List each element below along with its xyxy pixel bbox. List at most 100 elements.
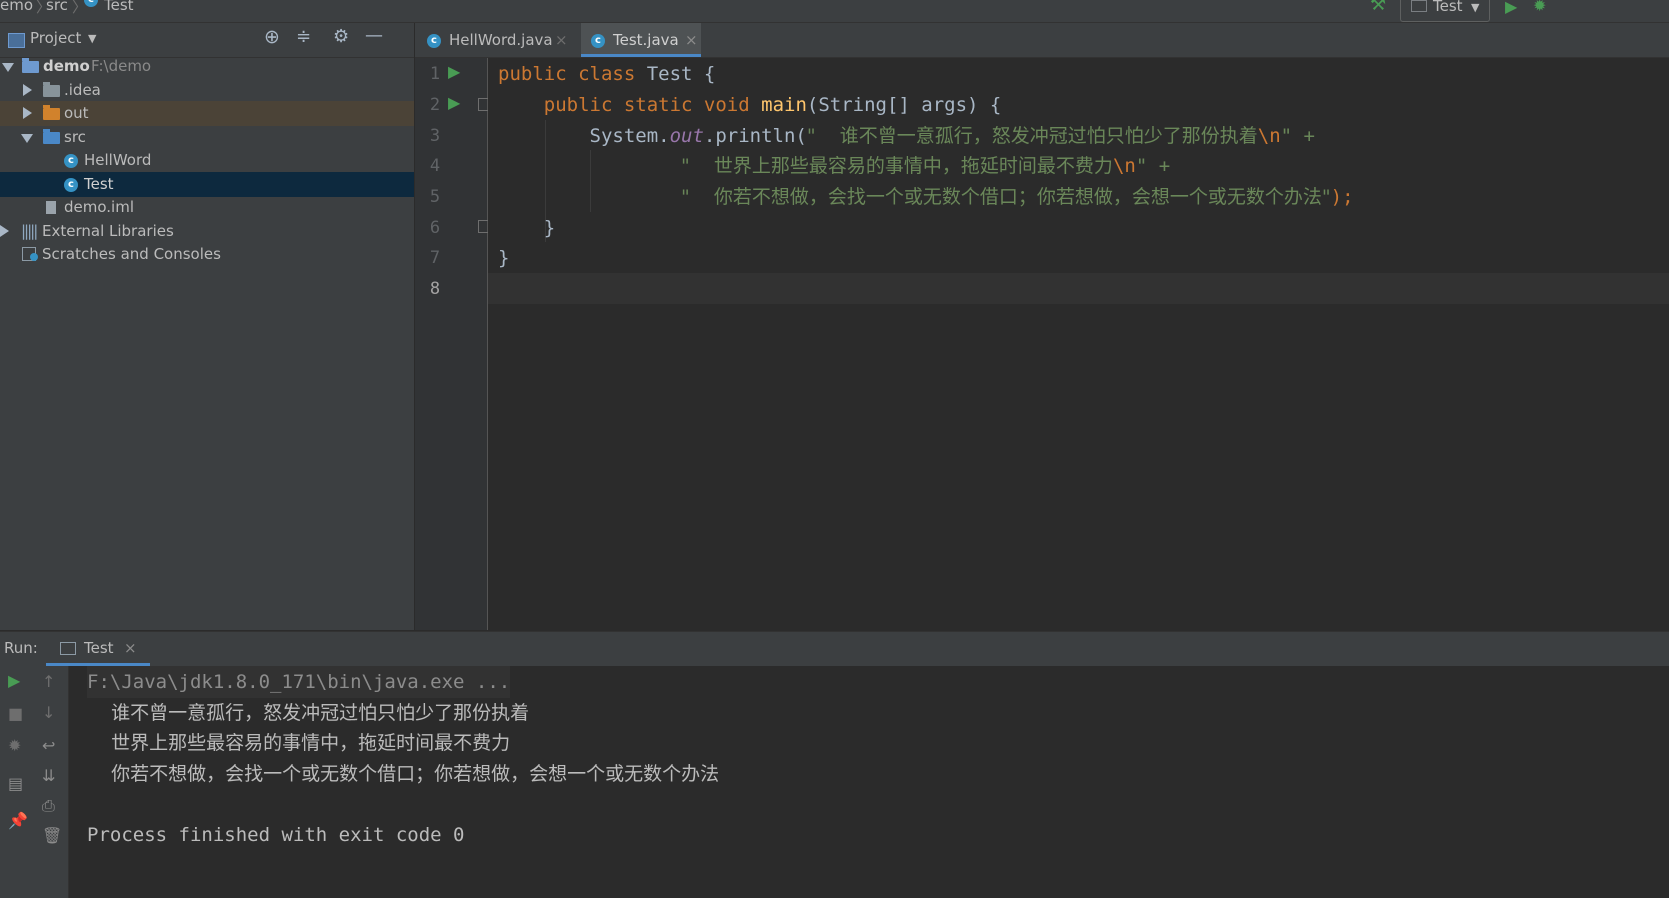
tree-item-path: F:\demo (91, 57, 152, 75)
tree-item-test[interactable]: c Test (0, 172, 414, 197)
code-line-1: public class Test { (498, 63, 716, 85)
tree-item-external-libraries[interactable]: ||||| External Libraries (0, 219, 414, 244)
chevron-down-icon[interactable]: ▼ (88, 32, 96, 45)
tree-item-hellword[interactable]: c HellWord (0, 148, 414, 173)
line-number: 8 (429, 279, 441, 299)
module-file-icon (46, 201, 56, 214)
run-tool-header: Run: Test × (0, 631, 1669, 666)
debug-icon[interactable]: ✹ (1533, 0, 1546, 15)
expand-arrow-icon[interactable] (23, 84, 32, 96)
build-hammer-icon[interactable]: ⚒ (1370, 0, 1386, 15)
project-toolbar: Project ▼ ⊕ ≑ ⚙ — (0, 23, 414, 58)
project-tree: demo F:\demo .idea out src c HellWord c … (0, 57, 415, 630)
class-icon: c (64, 172, 78, 197)
tree-item-label: .idea (64, 81, 101, 99)
run-toolbar-right: ↑ ↓ ↩ ⇊ ⎙ 🗑 (32, 666, 69, 898)
project-icon (8, 33, 25, 48)
rerun-icon[interactable]: ▶ (8, 671, 20, 690)
console-line-exit: Process finished with exit code 0 (87, 824, 465, 846)
tree-item-demo[interactable]: demo F:\demo (0, 54, 414, 79)
tree-item-label: src (64, 128, 86, 146)
class-icon: c (64, 148, 78, 173)
line-number: 6 (429, 218, 441, 238)
line-number: 5 (429, 187, 441, 207)
tab-label: Test.java (613, 31, 679, 49)
project-view-label[interactable]: Project (30, 29, 81, 47)
line-number: 4 (429, 156, 441, 176)
expand-arrow-icon[interactable] (2, 63, 14, 72)
layout-icon[interactable]: ▤ (8, 774, 23, 793)
code-line-3: System.out.println(" 谁不曾一意孤行，怒发冲冠过怕只怕少了那… (589, 125, 1315, 147)
debug-settings-icon[interactable]: ✹ (8, 736, 21, 755)
minimize-icon[interactable]: — (365, 25, 383, 46)
tree-item-label: HellWord (84, 151, 152, 169)
soft-wrap-icon[interactable]: ↩ (42, 736, 55, 755)
tree-item-label: External Libraries (42, 222, 174, 240)
active-tab-indicator (581, 54, 701, 57)
run-config-label: Test (1433, 0, 1463, 15)
run-config-select[interactable]: Test ▼ (1400, 0, 1490, 22)
run-tab-label: Test (84, 639, 114, 657)
code-line-5: " 你若不想做，会找一个或无数个借口；你若想做，会想一个或无数个办法"); (681, 186, 1354, 208)
run-icon[interactable]: ▶ (1505, 0, 1517, 16)
run-toolbar-left: ▶ ■ ✹ ▤ 📌 (0, 666, 32, 898)
tree-item-scratches[interactable]: Scratches and Consoles (0, 242, 414, 267)
run-label: Run: (4, 639, 38, 657)
close-icon[interactable]: × (555, 23, 568, 57)
stop-icon[interactable]: ■ (8, 704, 23, 723)
expand-arrow-icon[interactable] (23, 107, 32, 119)
library-icon: ||||| (21, 222, 38, 240)
tree-item-idea[interactable]: .idea (0, 78, 414, 103)
tree-item-src[interactable]: src (0, 125, 414, 150)
class-icon: c (427, 23, 441, 57)
console-line: 世界上那些最容易的事情中，拖延时间最不费力 (87, 732, 511, 754)
folder-icon (43, 82, 60, 97)
code-line-2: public static void main(String[] args) { (543, 94, 1002, 116)
excluded-folder-icon (43, 105, 60, 120)
gear-icon[interactable]: ⚙ (333, 26, 349, 47)
tree-item-out[interactable]: out (0, 101, 414, 126)
trash-icon[interactable]: 🗑 (42, 826, 62, 845)
class-icon: c (591, 23, 605, 57)
console-line-command: F:\Java\jdk1.8.0_171\bin\java.exe ... (87, 666, 511, 698)
tab-test-java[interactable]: c Test.java × (581, 23, 701, 57)
run-gutter-icon[interactable]: ▶ (448, 62, 460, 81)
navigation-bar: emo 〉 src 〉 c Test ⚒ Test ▼ ▶ ✹ (0, 0, 1669, 23)
line-number: 3 (429, 126, 441, 146)
tree-item-label: Scratches and Consoles (42, 245, 221, 263)
expand-arrow-icon[interactable] (21, 134, 33, 143)
code-editor[interactable]: public class Test { public static void m… (488, 58, 1669, 630)
expand-arrow-icon[interactable] (0, 225, 9, 237)
tree-item-label: out (64, 104, 89, 122)
run-tab-test[interactable]: Test × (46, 632, 150, 666)
clock-badge-icon (30, 253, 38, 261)
tree-item-label: Test (84, 175, 114, 193)
console-icon (60, 642, 76, 655)
arrow-down-icon[interactable]: ↓ (42, 703, 55, 722)
close-icon[interactable]: × (685, 23, 698, 57)
arrow-up-icon[interactable]: ↑ (42, 672, 55, 691)
print-icon[interactable]: ⎙ (42, 796, 55, 816)
line-number: 7 (429, 248, 441, 268)
code-line-7: } (498, 247, 510, 269)
breadcrumb-item-src[interactable]: src (46, 0, 68, 14)
code-line-6: } (543, 217, 556, 239)
tab-label: HellWord.java (449, 31, 553, 49)
collapse-all-icon[interactable]: ≑ (296, 26, 311, 47)
config-icon (1411, 0, 1427, 12)
editor-gutter: 1 2 3 4 5 6 7 8 ▶ ▶ (415, 58, 489, 630)
pin-icon[interactable]: 📌 (8, 811, 28, 830)
breadcrumb-item-test[interactable]: Test (104, 0, 134, 14)
breadcrumb-item-project[interactable]: emo (0, 0, 33, 14)
scroll-to-end-icon[interactable]: ⇊ (42, 766, 55, 785)
caret-row-highlight (488, 273, 1669, 304)
tree-item-label: demo (43, 57, 90, 75)
run-gutter-icon[interactable]: ▶ (448, 93, 460, 112)
tab-hellword-java[interactable]: c HellWord.java × (415, 23, 579, 57)
locate-target-icon[interactable]: ⊕ (264, 26, 280, 48)
console-output[interactable]: F:\Java\jdk1.8.0_171\bin\java.exe ... 谁不… (69, 666, 1669, 898)
code-line-4: " 世界上那些最容易的事情中，拖延时间最不费力\n" + (681, 155, 1171, 177)
close-icon[interactable]: × (124, 639, 137, 657)
tree-item-demo-iml[interactable]: demo.iml (0, 195, 414, 220)
source-folder-icon (43, 129, 60, 144)
